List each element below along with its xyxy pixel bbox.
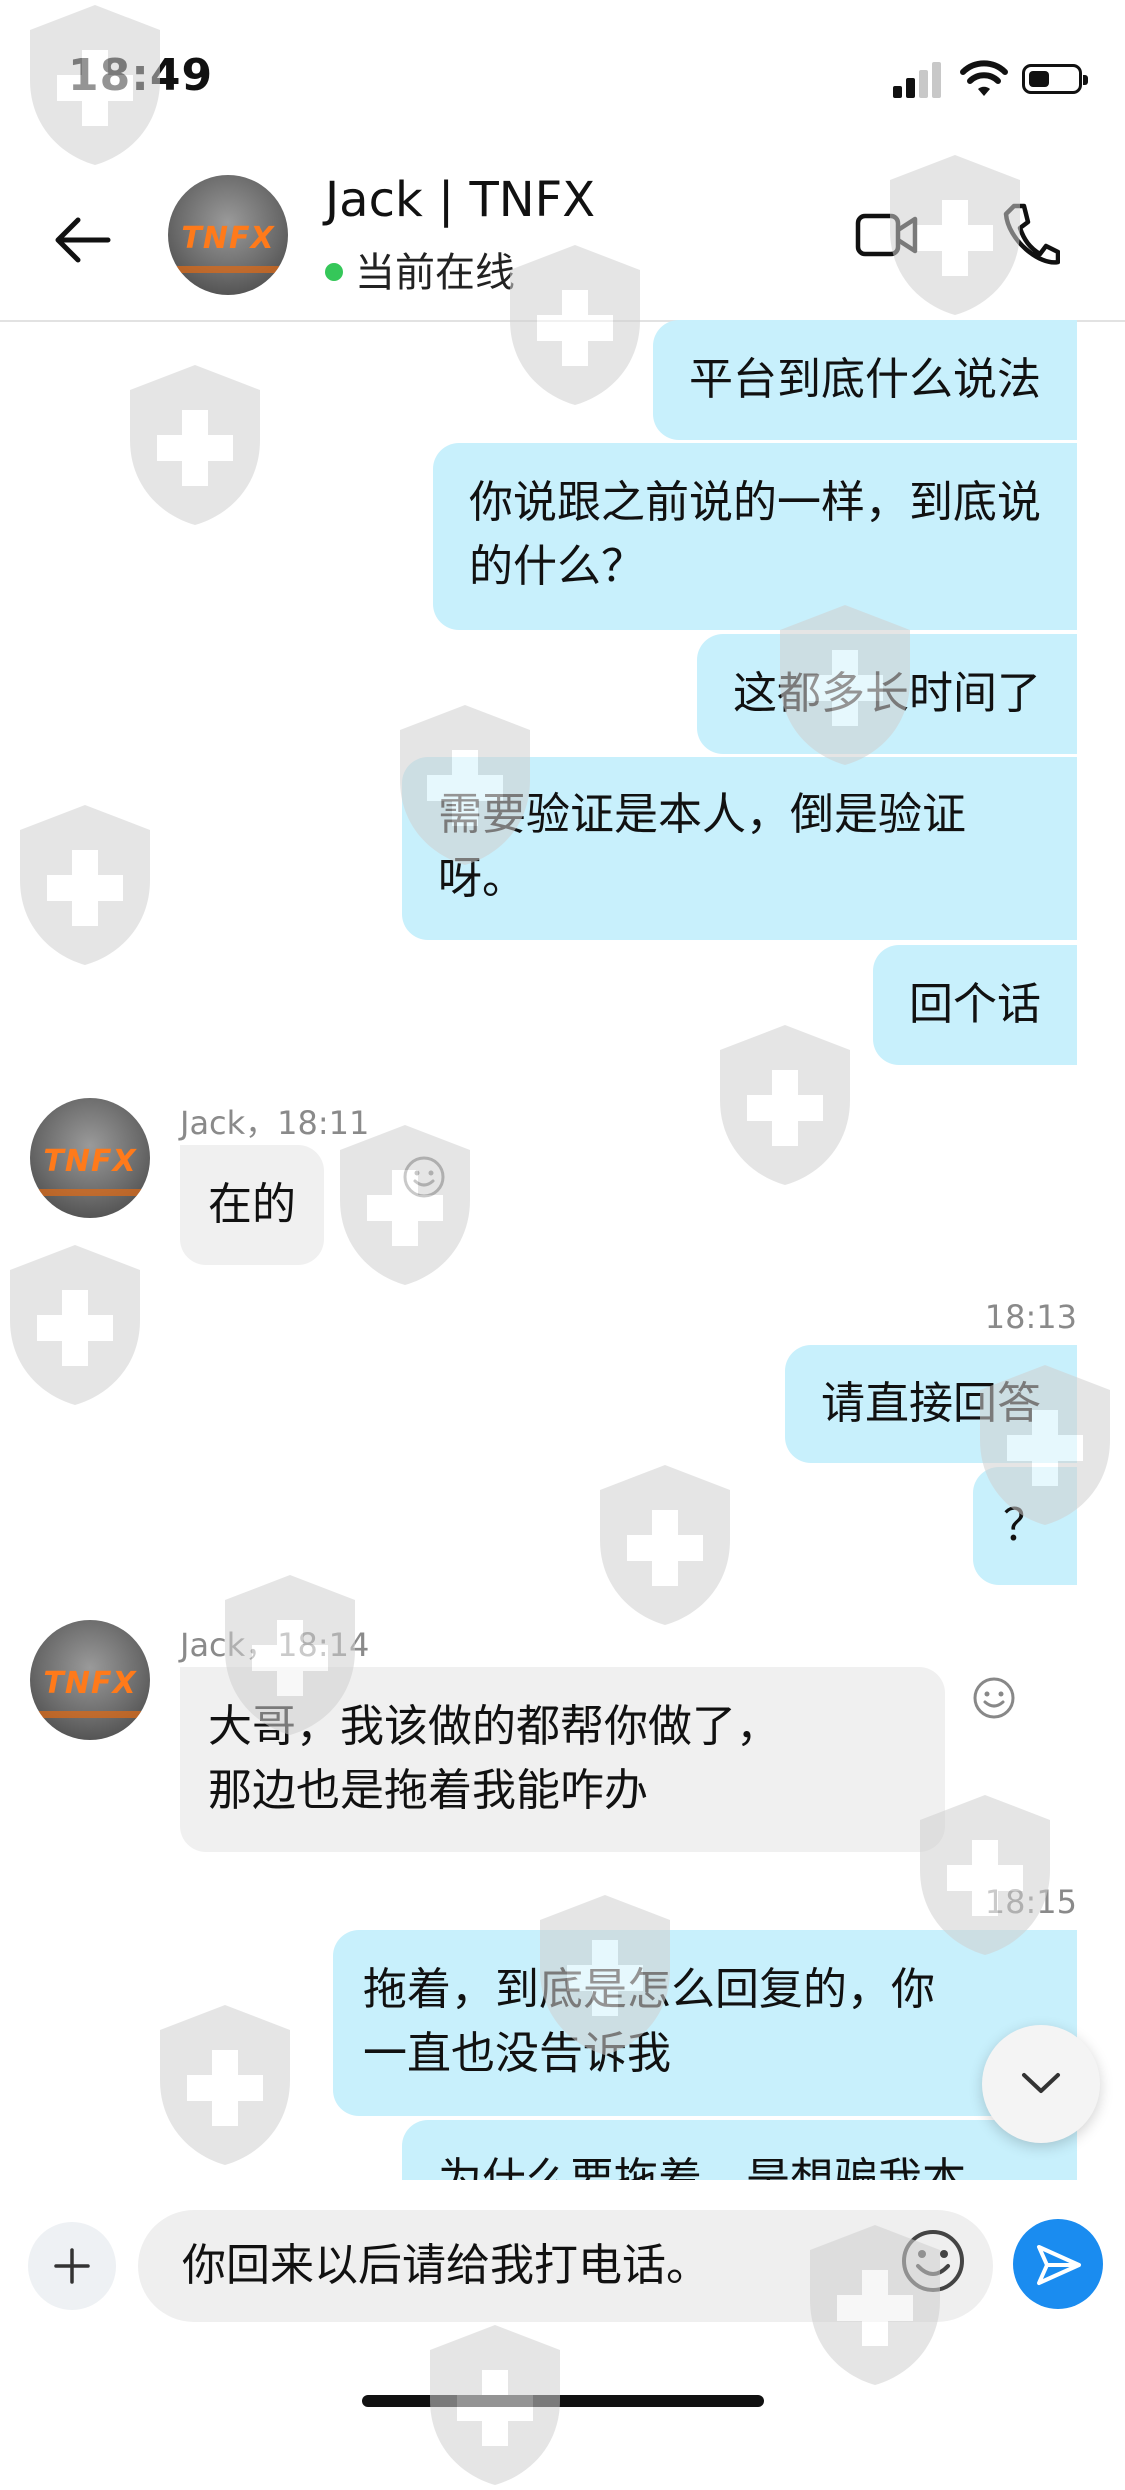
message-text-line: 那边也是拖着我能咋办	[208, 1765, 648, 1816]
sender-meta: Jack，18:14	[180, 1626, 370, 1664]
message-bubble-outgoing[interactable]: 你说跟之前说的一样，到底说 的什么？	[433, 443, 1077, 630]
status-bar: 18:49	[0, 0, 1125, 160]
online-dot-icon	[325, 263, 343, 281]
message-bubble-outgoing[interactable]: 需要验证是本人，倒是验证 呀。	[402, 757, 1077, 940]
wifi-icon	[960, 60, 1008, 96]
message-text-line: 一直也没告诉我	[363, 2028, 671, 2079]
send-icon	[1037, 2245, 1081, 2285]
watermark-shield-icon	[20, 805, 150, 965]
message-bubble-outgoing[interactable]: 拖着，到底是怎么回复的，你 一直也没告诉我	[333, 1930, 1077, 2116]
timestamp: 18:15	[984, 1883, 1077, 1921]
message-text-line: 需要验证是本人，倒是验证	[438, 789, 966, 840]
timestamp: 18:13	[984, 1298, 1077, 1336]
message-text-line: 拖着，到底是怎么回复的，你	[363, 1964, 935, 2015]
attach-button[interactable]	[28, 2222, 116, 2310]
message-bubble-incoming[interactable]: 大哥，我该做的都帮你做了， 那边也是拖着我能咋办	[180, 1667, 945, 1852]
watermark-shield-icon	[720, 1025, 850, 1185]
presence-label: 当前在线	[355, 250, 515, 296]
reaction-smiley-icon[interactable]	[402, 1155, 446, 1199]
watermark-shield-icon	[10, 1245, 140, 1405]
reaction-smiley-icon[interactable]	[972, 1676, 1016, 1720]
watermark-shield-icon	[600, 1465, 730, 1625]
message-text: 平台到底什么说法	[689, 354, 1041, 405]
chat-header: TNFX Jack | TNFX 当前在线	[0, 160, 1125, 322]
avatar-logo: TNFX	[43, 1665, 137, 1701]
avatar-logo: TNFX	[43, 1143, 137, 1179]
chevron-down-icon	[1022, 2073, 1060, 2093]
battery-icon	[1022, 64, 1088, 94]
video-call-icon[interactable]	[855, 208, 919, 262]
watermark-shield-icon	[340, 1125, 470, 1285]
sender-avatar[interactable]: TNFX	[30, 1620, 150, 1740]
sender-meta: Jack，18:11	[180, 1104, 370, 1142]
message-input[interactable]: 你回来以后请给我打电话。	[138, 2210, 993, 2322]
phone-call-icon[interactable]	[1000, 202, 1060, 268]
message-text: 为什么要拖着，是想骗我本	[438, 2154, 966, 2180]
smiley-icon[interactable]	[900, 2228, 966, 2294]
cellular-signal-icon	[893, 60, 943, 98]
contact-name[interactable]: Jack | TNFX	[325, 172, 595, 228]
message-bubble-incoming[interactable]: 在的	[180, 1145, 324, 1265]
message-bubble-outgoing[interactable]: 回个话	[873, 945, 1077, 1065]
message-text: ？	[1003, 1500, 1047, 1551]
scroll-to-bottom-button[interactable]	[982, 2025, 1100, 2143]
message-text-line: 你说跟之前说的一样，到底说	[469, 477, 1041, 528]
contact-avatar[interactable]: TNFX	[168, 175, 288, 295]
message-text-line: 呀。	[438, 853, 526, 904]
message-text-line: 大哥，我该做的都帮你做了，	[208, 1701, 780, 1752]
back-arrow-icon[interactable]	[48, 205, 118, 275]
plus-icon	[54, 2248, 90, 2284]
message-bubble-outgoing[interactable]: 请直接回答	[785, 1345, 1077, 1463]
sender-avatar[interactable]: TNFX	[30, 1098, 150, 1218]
message-bubble-outgoing[interactable]: 这都多长时间了	[697, 634, 1077, 754]
message-text: 请直接回答	[821, 1378, 1041, 1429]
message-text-line: 的什么？	[469, 541, 645, 592]
status-time: 18:49	[68, 50, 214, 101]
message-bubble-outgoing[interactable]: 为什么要拖着，是想骗我本	[402, 2120, 1077, 2180]
avatar-logo: TNFX	[181, 220, 275, 256]
home-indicator	[362, 2395, 764, 2407]
message-text: 这都多长时间了	[733, 668, 1041, 719]
message-text: 在的	[208, 1179, 296, 1230]
message-bubble-outgoing[interactable]: 平台到底什么说法	[653, 320, 1077, 440]
message-bubble-outgoing[interactable]: ？	[973, 1467, 1077, 1585]
clipped-message-area: 为什么要拖着，是想骗我本	[0, 2120, 1125, 2180]
send-button[interactable]	[1013, 2219, 1103, 2309]
watermark-shield-icon	[130, 365, 260, 525]
message-text: 回个话	[909, 979, 1041, 1030]
composer: 你回来以后请给我打电话。	[0, 2180, 1125, 2340]
presence-status: 当前在线	[325, 240, 515, 298]
